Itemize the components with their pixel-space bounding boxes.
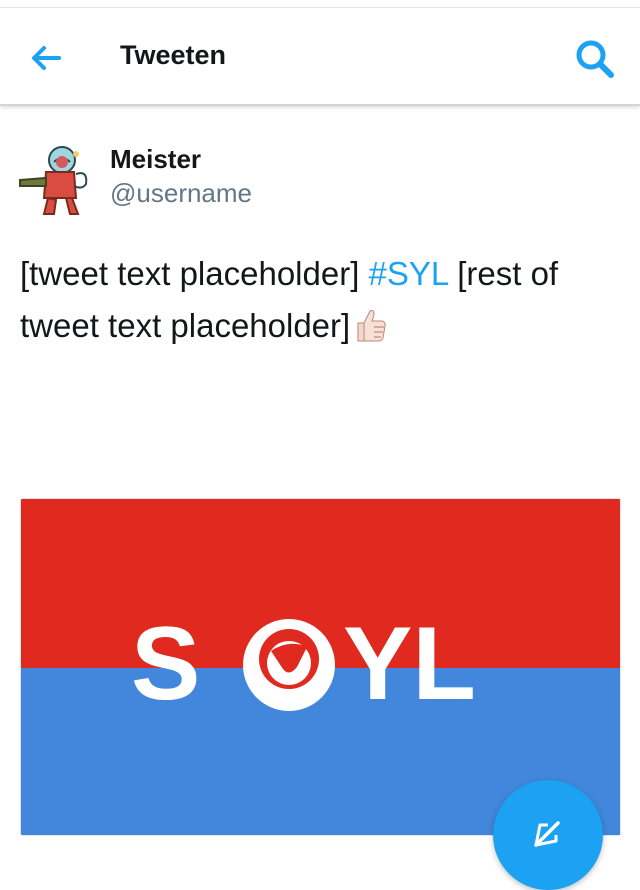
tweet-text-part-1: [tweet text placeholder] (20, 255, 369, 292)
user-handle[interactable]: @username (110, 178, 252, 209)
thumbs-up-icon (352, 306, 388, 342)
hashtag-link[interactable]: #SYL (369, 255, 449, 292)
status-bar-divider (0, 0, 640, 8)
page-title: Tweeten (120, 40, 227, 70)
logo-letter-s: S (131, 606, 200, 722)
compose-icon (534, 821, 560, 847)
tweet-text: [tweet text placeholder] #SYL [rest of t… (20, 248, 620, 352)
arrow-left-icon (32, 46, 61, 70)
avatar[interactable] (16, 140, 96, 220)
tweet: Meister @username [tweet text placeholde… (0, 106, 640, 874)
search-button[interactable] (572, 36, 618, 82)
top-bar: Tweeten (0, 8, 640, 106)
back-button[interactable] (24, 38, 68, 78)
search-icon (576, 40, 614, 78)
display-name[interactable]: Meister (110, 144, 201, 175)
avatar-icon (19, 146, 88, 215)
logo-letters-yl: YL (343, 606, 476, 722)
